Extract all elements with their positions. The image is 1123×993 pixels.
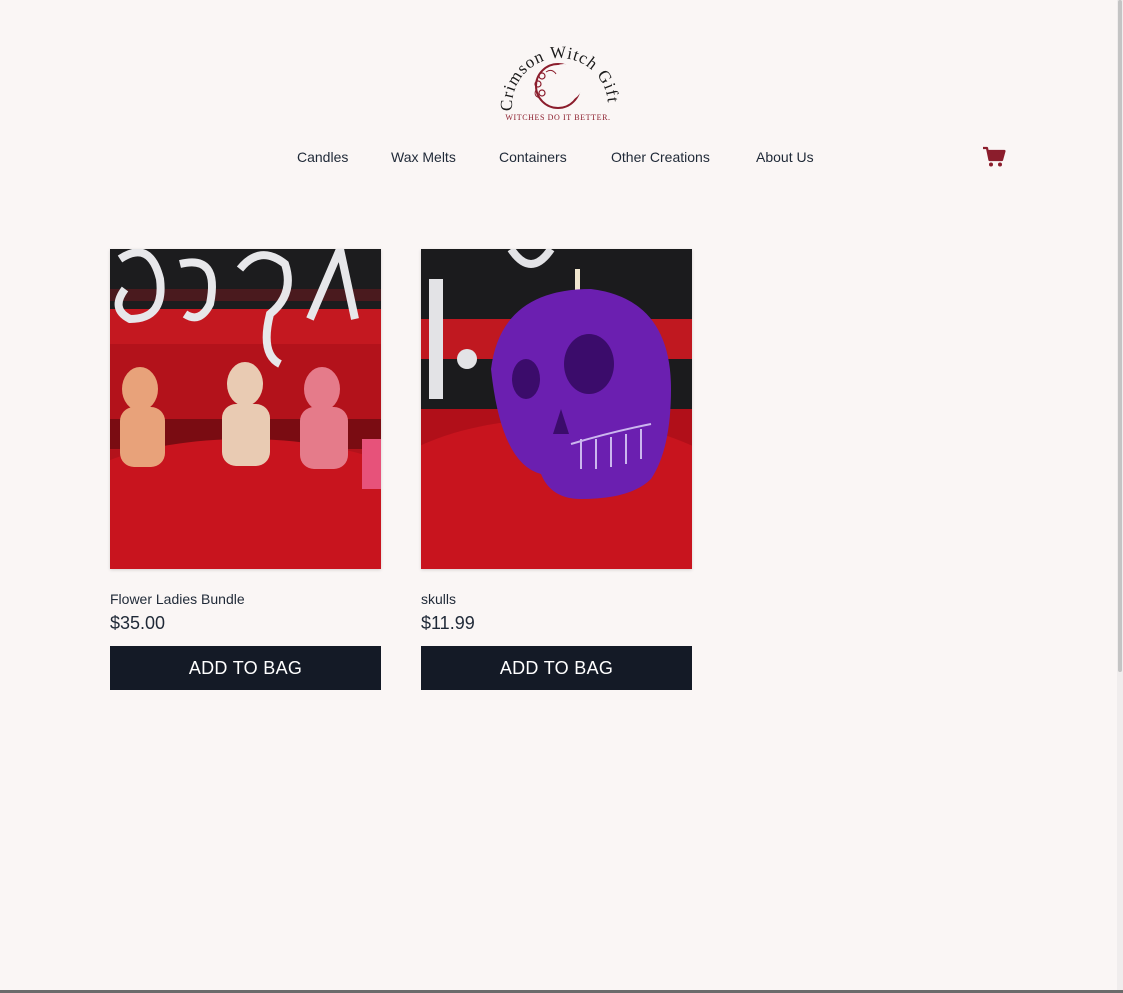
nav-item-candles[interactable]: Candles [297,148,348,166]
product-name[interactable]: skulls [421,590,692,608]
shopping-cart-icon[interactable] [982,146,1006,168]
product-card: skulls $11.99 ADD TO BAG [421,249,692,690]
nav-item-about-us[interactable]: About Us [756,148,814,166]
add-to-bag-button[interactable]: ADD TO BAG [110,646,381,690]
crescent-moon-icon [534,63,583,109]
nav-item-containers[interactable]: Containers [499,148,567,166]
nav-item-wax-melts[interactable]: Wax Melts [391,148,456,166]
product-image-skull[interactable] [421,249,692,569]
product-image-flower-ladies[interactable] [110,249,381,569]
brand-logo[interactable]: Crimson Witch Gifts WITCHES DO IT BETTER… [494,24,622,126]
product-price: $35.00 [110,613,166,633]
scrollbar-thumb[interactable] [1118,0,1122,672]
product-name[interactable]: Flower Ladies Bundle [110,590,381,608]
product-card: Flower Ladies Bundle $35.00 ADD TO BAG [110,249,381,690]
add-to-bag-button[interactable]: ADD TO BAG [421,646,692,690]
product-price: $11.99 [421,613,475,633]
nav-item-other-creations[interactable]: Other Creations [611,148,710,166]
brand-tagline: WITCHES DO IT BETTER. [505,113,610,122]
